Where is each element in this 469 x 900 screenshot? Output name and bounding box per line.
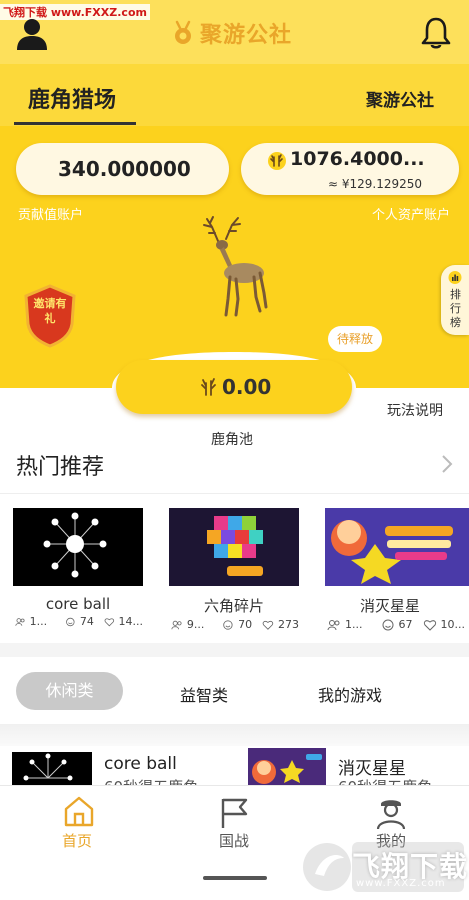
game-card[interactable]: 六角碎片 9... 70 273	[169, 508, 299, 631]
contribution-value: 340.000000	[58, 157, 191, 181]
game-thumbnail[interactable]	[169, 508, 299, 586]
players-count: 9...	[186, 618, 205, 631]
leaderboard-label: 排行榜	[450, 288, 461, 329]
hearts-count: 10...	[440, 618, 466, 631]
chevron-right-icon[interactable]	[440, 453, 454, 475]
nav-me[interactable]	[374, 796, 408, 834]
asset-value: 1076.4000...	[290, 148, 425, 170]
likes-count: 74	[79, 615, 94, 628]
pool-label: 鹿角池	[211, 432, 253, 448]
nav-home[interactable]	[62, 794, 96, 832]
nav-war[interactable]	[218, 796, 252, 834]
game-card[interactable]: 消灭星星 1... 67 10...	[325, 508, 469, 631]
category-my-games[interactable]: 我的游戏	[318, 682, 382, 706]
user-icon[interactable]	[15, 18, 49, 50]
game-name[interactable]: core ball	[13, 595, 143, 613]
likes-count: 70	[238, 618, 253, 631]
heart-icon	[423, 619, 436, 631]
contribution-label: 贡献值账户	[18, 208, 84, 223]
tab-deer-hunting[interactable]: 鹿角猎场	[28, 82, 116, 114]
users-icon	[327, 619, 340, 630]
antler-coin-icon	[201, 378, 216, 396]
asset-label: 个人资产账户	[372, 208, 451, 223]
bell-icon[interactable]	[420, 16, 452, 50]
pop-star-thumbnail	[325, 508, 469, 586]
smile-icon	[223, 619, 233, 630]
hearts-count: 14...	[118, 615, 144, 628]
hearts-count: 273	[277, 618, 299, 631]
heart-icon	[262, 620, 274, 630]
deer-logo-icon	[175, 20, 191, 44]
game-stats: 9... 70 273	[169, 618, 299, 631]
game-name[interactable]: 消灭星星	[325, 595, 455, 616]
tab-juyou-community[interactable]: 聚游公社	[366, 86, 434, 111]
deer-illustration	[203, 216, 268, 317]
section-gap	[0, 643, 469, 657]
smile-icon	[382, 619, 393, 630]
game-stats: 1... 67 10...	[325, 618, 469, 631]
pool-value: 0.00	[222, 375, 272, 399]
home-icon[interactable]	[62, 794, 96, 828]
hot-section-title: 热门推荐	[16, 455, 105, 480]
category-casual[interactable]: 休闲类	[16, 672, 123, 710]
category-separator	[0, 724, 469, 746]
core-ball-thumbnail	[43, 512, 107, 578]
watermark-url: www.FXXZ.com	[356, 878, 446, 889]
flag-icon[interactable]	[218, 796, 252, 830]
home-indicator[interactable]	[203, 876, 267, 880]
pop-star-thumbnail	[248, 748, 326, 788]
game-stats: 1... 74 14...	[13, 615, 143, 628]
game-card[interactable]: core ball 1... 74 14...	[13, 508, 143, 628]
nav-war-label[interactable]: 国战	[219, 830, 249, 851]
game-name[interactable]: 六角碎片	[169, 595, 299, 616]
nav-home-label[interactable]: 首页	[62, 830, 92, 851]
invite-badge-text[interactable]: 邀请有礼	[30, 296, 70, 326]
smile-icon	[66, 617, 75, 626]
heart-icon	[104, 617, 114, 626]
game-thumbnail[interactable]	[13, 508, 143, 586]
category-puzzle[interactable]: 益智类	[180, 682, 228, 706]
game-thumbnail[interactable]	[325, 508, 469, 586]
hexagon-puzzle-thumbnail	[169, 508, 299, 586]
brand-name: 聚游公社	[200, 23, 293, 48]
antler-coin-icon	[268, 152, 286, 170]
players-count: 1...	[345, 618, 363, 631]
users-icon	[171, 620, 182, 629]
tab-indicator	[14, 122, 136, 125]
users-icon	[15, 617, 25, 626]
brand-logo: 聚游公社	[172, 18, 292, 48]
list-item-name[interactable]: core ball	[104, 754, 177, 774]
list-thumbnail-pop-star[interactable]	[248, 748, 326, 788]
players-count: 1...	[29, 615, 48, 628]
likes-count: 67	[398, 618, 413, 631]
bar-chart-icon	[448, 271, 462, 284]
how-to-play-link[interactable]: 玩法说明	[387, 400, 443, 420]
asset-rmb-value: ≈ ¥129.129250	[328, 177, 423, 191]
profile-icon[interactable]	[374, 796, 408, 830]
pending-release-badge[interactable]: 待释放	[328, 326, 382, 352]
divider	[0, 493, 469, 494]
